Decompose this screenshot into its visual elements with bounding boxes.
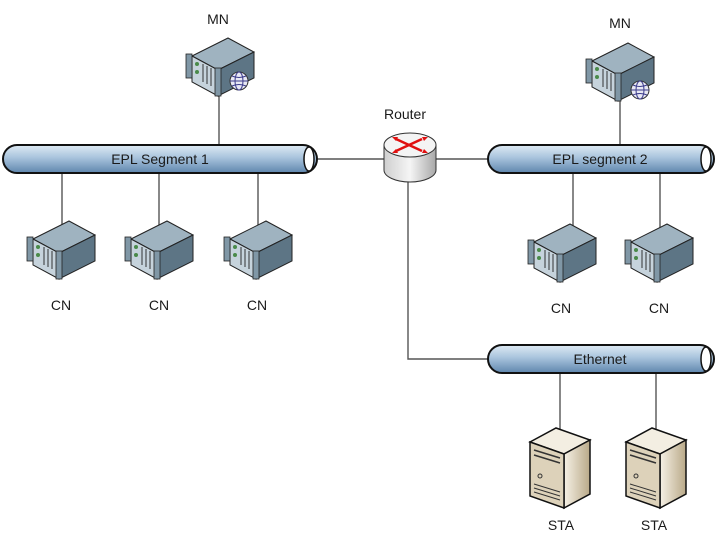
router-label: Router <box>384 106 426 122</box>
managing-node: MN <box>585 15 655 102</box>
controlled-node: CN <box>124 220 194 313</box>
node-label: MN <box>609 15 631 31</box>
managing-node: MN <box>185 11 255 97</box>
workstation-tower-icon <box>625 427 687 509</box>
router-icon <box>383 132 437 183</box>
station-label: STA <box>641 517 668 533</box>
controlled-node: CN <box>624 223 694 316</box>
globe-icon <box>630 80 650 100</box>
station-label: STA <box>548 517 575 533</box>
server-icon <box>527 223 597 283</box>
workstation-tower-icon <box>529 427 591 509</box>
controlled-node: CN <box>223 220 293 313</box>
node-label: CN <box>247 297 267 313</box>
controlled-node: CN <box>527 223 597 316</box>
bus-epl-segment-1: EPL Segment 1 <box>2 144 318 174</box>
server-icon <box>223 220 293 280</box>
bus-label: Ethernet <box>574 351 627 367</box>
controlled-node: CN <box>26 220 96 313</box>
bus-epl-segment-2: EPL segment 2 <box>487 144 715 174</box>
bus-label: EPL Segment 1 <box>111 151 209 167</box>
node-label: CN <box>551 300 571 316</box>
station: STA <box>625 427 687 533</box>
server-icon <box>26 220 96 280</box>
network-diagram: EPL Segment 1 EPL segment 2 Ethernet Rou… <box>2 11 715 533</box>
bus-label: EPL segment 2 <box>552 151 647 167</box>
globe-icon <box>229 71 249 91</box>
node-label: MN <box>207 11 229 27</box>
bus-ethernet: Ethernet <box>487 344 715 374</box>
station: STA <box>529 427 591 533</box>
router: Router <box>383 106 437 183</box>
node-label: CN <box>51 297 71 313</box>
node-label: CN <box>649 300 669 316</box>
server-icon <box>624 223 694 283</box>
node-label: CN <box>149 297 169 313</box>
server-icon <box>124 220 194 280</box>
